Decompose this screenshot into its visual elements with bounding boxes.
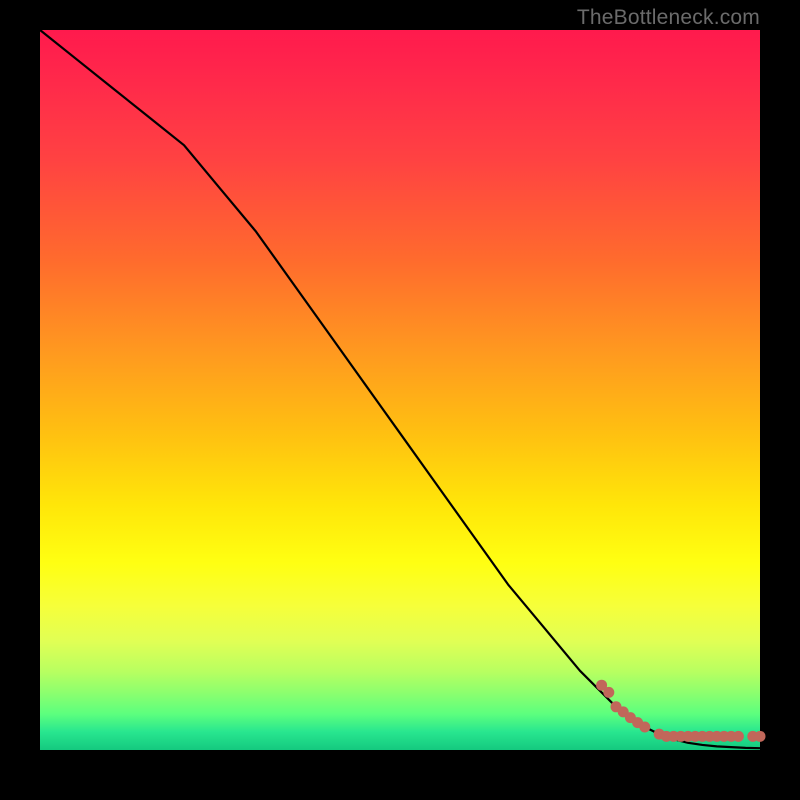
scatter-point [733, 731, 744, 742]
scatter-point [603, 687, 614, 698]
plot-area [40, 30, 760, 750]
scatter-point [639, 721, 650, 732]
scatter-markers [596, 680, 765, 742]
chart-overlay [40, 30, 760, 750]
curve-line [40, 30, 760, 748]
chart-frame: TheBottleneck.com [0, 0, 800, 800]
watermark-text: TheBottleneck.com [577, 6, 760, 30]
scatter-point [755, 731, 766, 742]
